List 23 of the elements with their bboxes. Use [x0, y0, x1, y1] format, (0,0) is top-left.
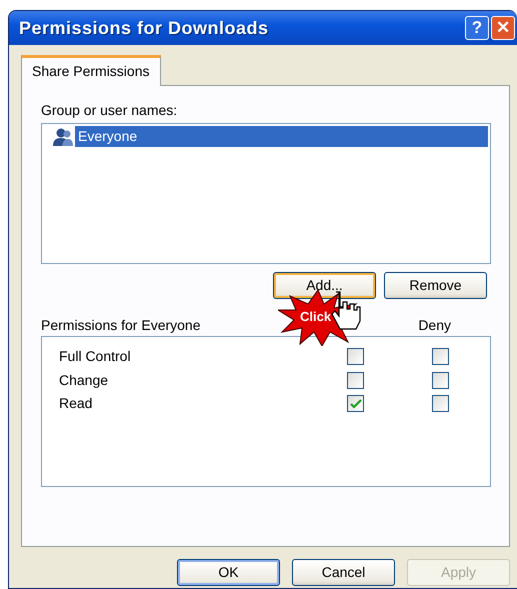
close-button[interactable]: ✕: [491, 16, 515, 40]
checkbox[interactable]: [347, 395, 364, 412]
permission-name: Full Control: [59, 347, 132, 366]
hand-cursor-icon: [329, 290, 363, 330]
add-button[interactable]: Add...: [273, 272, 376, 299]
user-list[interactable]: Everyone: [41, 123, 491, 264]
checkbox[interactable]: [347, 372, 364, 389]
help-button[interactable]: ?: [465, 16, 489, 40]
tab[interactable]: Share Permissions: [21, 55, 160, 86]
permission-name: Read: [59, 394, 94, 414]
checkbox[interactable]: [432, 395, 449, 412]
checkbox[interactable]: [347, 348, 364, 366]
remove-button[interactable]: Remove: [384, 272, 487, 299]
callout-text: Click: [300, 310, 332, 323]
users-icon: [52, 126, 74, 146]
list-item[interactable]: Everyone: [75, 126, 488, 147]
window-title: Permissions for Downloads: [19, 16, 270, 40]
permission-name: Change: [59, 370, 110, 390]
group-label: Group or user names:: [41, 101, 178, 120]
checkbox[interactable]: [432, 372, 449, 389]
ok-button[interactable]: OK: [177, 559, 280, 586]
checkbox[interactable]: [432, 348, 449, 366]
cancel-button[interactable]: Cancel: [292, 559, 395, 586]
